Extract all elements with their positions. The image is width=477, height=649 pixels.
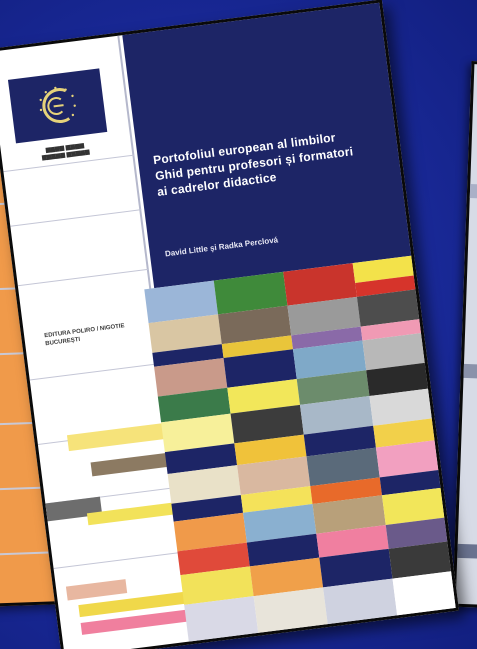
guide-cover: ▆▆▆▆ ▆▆▆▆ ▆▆▆▆▆ ▆▆▆▆▆ Portofoliul europea… (0, 0, 460, 649)
logo-caption: ▆▆▆▆ ▆▆▆▆ ▆▆▆▆▆ ▆▆▆▆▆ (41, 142, 90, 162)
photo-mosaic (144, 254, 460, 647)
council-of-europe-logo-icon (7, 68, 108, 144)
cover-rule (10, 209, 142, 227)
photo-scene: ▆▆▆▆ ▆▆▆▆ ▆▆▆▆▆ ▆▆▆▆▆ Portofoliul europea… (0, 0, 477, 649)
right-booklet-edge (452, 61, 477, 609)
cover-rule (53, 551, 185, 569)
cover-publisher: EDITURA POLIRO / NIGOTIE BUCUREȘTI (44, 323, 125, 348)
cover-rule (17, 268, 149, 287)
cover-rule (29, 362, 161, 381)
